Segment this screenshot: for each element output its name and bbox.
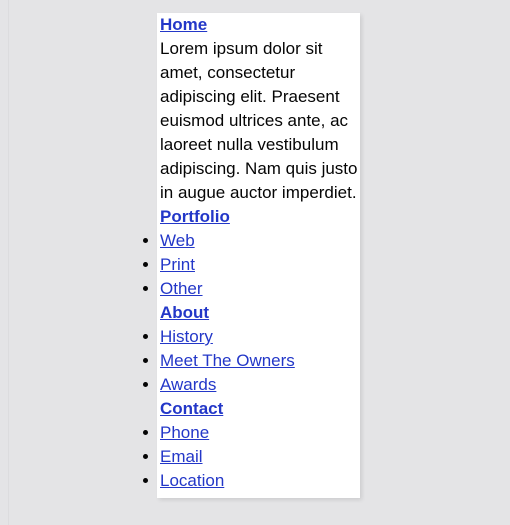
content-card: Home Lorem ipsum dolor sit amet, consect…: [157, 13, 360, 498]
list-item: Email: [160, 445, 358, 469]
nav-link-email[interactable]: Email: [160, 447, 203, 466]
nav-link-phone[interactable]: Phone: [160, 423, 209, 442]
content-card-inner: Home Lorem ipsum dolor sit amet, consect…: [157, 13, 360, 493]
list-item: Web: [160, 229, 358, 253]
list-item: History: [160, 325, 358, 349]
section-heading-about[interactable]: About: [160, 301, 209, 325]
section-heading-home[interactable]: Home: [160, 13, 207, 37]
section-heading-contact[interactable]: Contact: [160, 397, 223, 421]
nav-link-history[interactable]: History: [160, 327, 213, 346]
nav-list-contact: Phone Email Location: [148, 421, 358, 493]
list-item: Meet The Owners: [160, 349, 358, 373]
list-item: Print: [160, 253, 358, 277]
list-item: Other: [160, 277, 358, 301]
nav-link-awards[interactable]: Awards: [160, 375, 216, 394]
section-heading-portfolio[interactable]: Portfolio: [160, 205, 230, 229]
nav-link-location[interactable]: Location: [160, 471, 224, 490]
canvas-edge-rule: [8, 0, 9, 525]
nav-link-other[interactable]: Other: [160, 279, 203, 298]
list-item: Awards: [160, 373, 358, 397]
nav-link-web[interactable]: Web: [160, 231, 195, 250]
nav-list-portfolio: Web Print Other: [148, 229, 358, 301]
nav-list-about: History Meet The Owners Awards: [148, 325, 358, 397]
list-item: Location: [160, 469, 358, 493]
nav-link-print[interactable]: Print: [160, 255, 195, 274]
intro-paragraph: Lorem ipsum dolor sit amet, consectetur …: [160, 39, 358, 202]
nav-link-meet-the-owners[interactable]: Meet The Owners: [160, 351, 295, 370]
list-item: Phone: [160, 421, 358, 445]
